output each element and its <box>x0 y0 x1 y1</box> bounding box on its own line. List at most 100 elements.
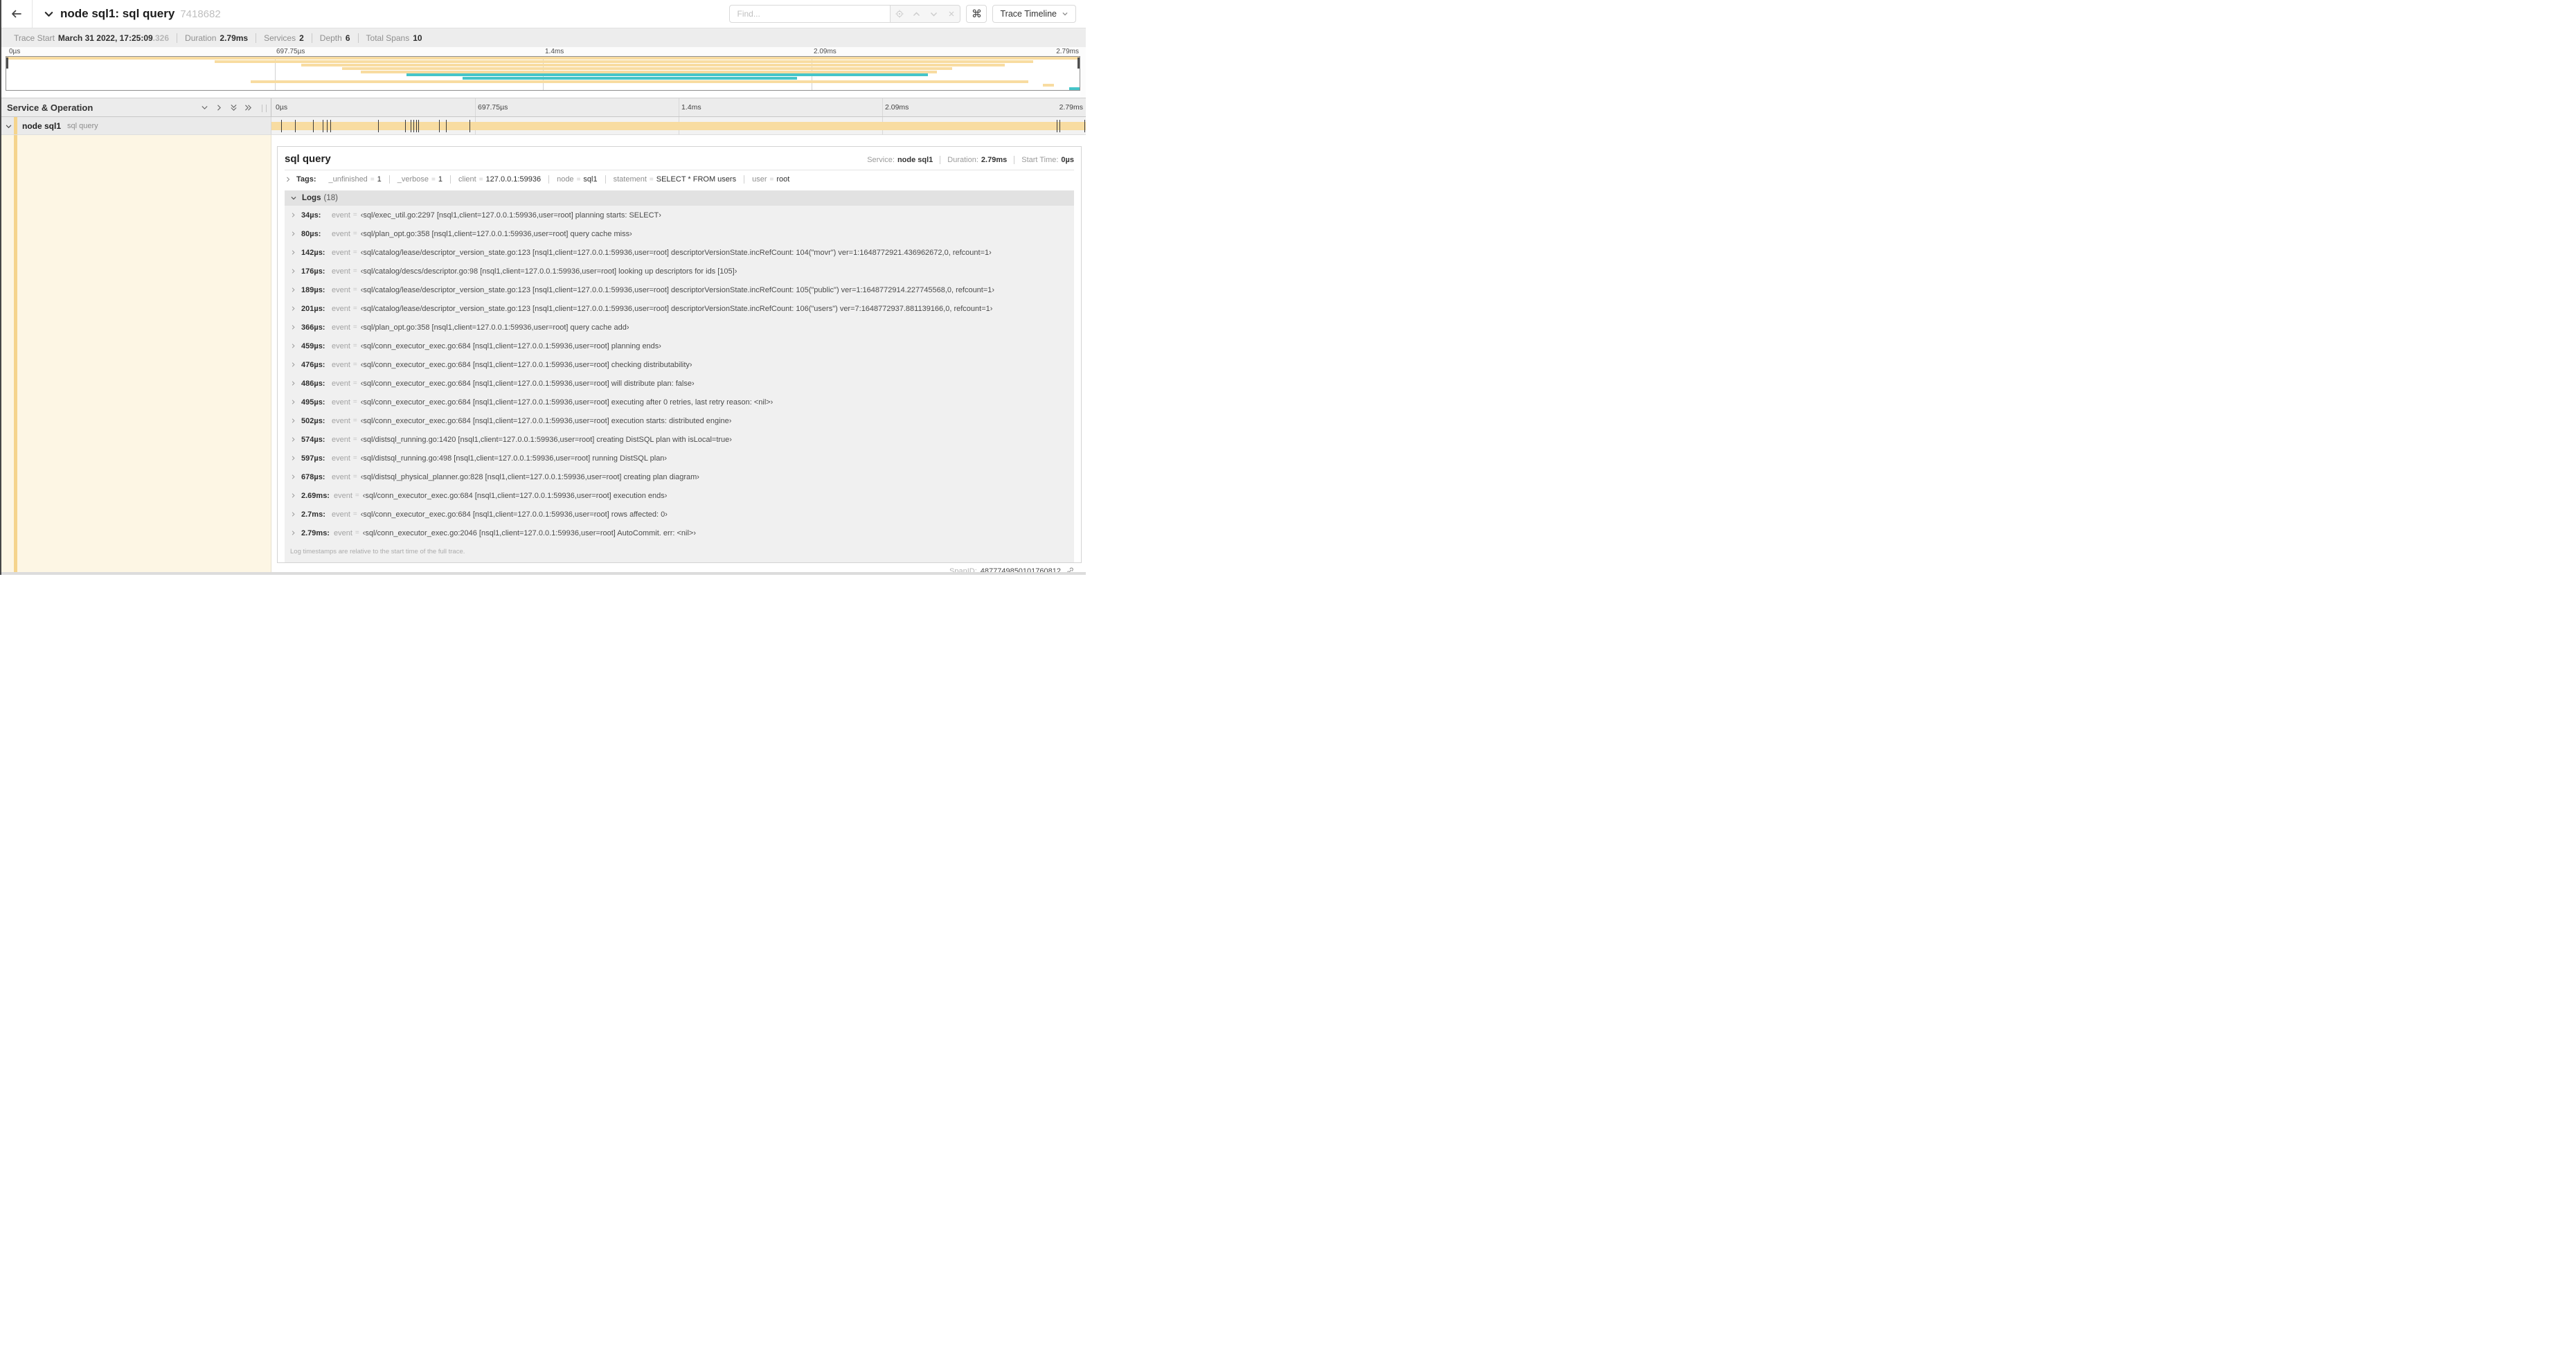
trace-summary-item: Duration 2.79ms <box>177 33 256 43</box>
arrow-left-icon <box>10 8 22 20</box>
tag-item: node = sql1 <box>548 175 605 184</box>
log-entry[interactable]: 502µs: event = ‹sql/conn_executor_exec.g… <box>285 411 1074 430</box>
service-operation-header: Service & Operation <box>0 98 271 116</box>
log-entry[interactable]: 176µs: event = ‹sql/catalog/descs/descri… <box>285 262 1074 280</box>
logs-count: (18) <box>323 194 338 202</box>
minimap-ruler-label: 0µs <box>9 48 21 55</box>
log-entry[interactable]: 34µs: event = ‹sql/exec_util.go:2297 [ns… <box>285 206 1074 224</box>
log-chevron-right-icon <box>290 305 296 312</box>
logs-header[interactable]: Logs (18) <box>285 190 1074 206</box>
collapse-trace-chevron-down-icon[interactable] <box>44 9 54 19</box>
keyboard-shortcuts-button[interactable]: ⌘ <box>966 5 987 23</box>
timeline-header: Service & Operation 0µs 697.75µs 1.4ms 2.09… <box>0 98 1086 117</box>
detail-left-column <box>0 135 271 572</box>
log-entry[interactable]: 80µs: event = ‹sql/plan_opt.go:358 [nsql… <box>285 224 1074 243</box>
detail-panel-header: sql query Service: node sql1 Duration: 2… <box>278 147 1081 170</box>
jaeger-trace-page: node sql1: sql query 7418682 ⌘ Trace Tim… <box>0 0 1086 575</box>
window-edge <box>0 0 1 575</box>
header-divider <box>32 0 33 28</box>
tags-list: _unfinished = 1 _verbose = 1 client = 12… <box>321 175 798 184</box>
timeline-gridline <box>882 98 883 116</box>
timeline-ruler-label: 0µs <box>276 103 288 112</box>
log-entry[interactable]: 574µs: event = ‹sql/distsql_running.go:1… <box>285 430 1074 449</box>
log-chevron-right-icon <box>290 455 296 461</box>
span-meta: Service: node sql1 Duration: 2.79ms Star… <box>860 156 1074 164</box>
log-entry[interactable]: 2.7ms: event = ‹sql/conn_executor_exec.g… <box>285 505 1074 524</box>
span-row-name-cell[interactable]: node sql1 sql query <box>0 117 271 134</box>
clear-find-icon[interactable] <box>942 6 960 22</box>
detail-right-column: sql query Service: node sql1 Duration: 2… <box>271 135 1086 575</box>
tag-item: client = 127.0.0.1:59936 <box>450 175 548 184</box>
log-marker-tick <box>1084 120 1085 132</box>
collapse-one-chevron-down-icon[interactable] <box>200 103 209 112</box>
log-entry[interactable]: 678µs: event = ‹sql/distsql_physical_pla… <box>285 467 1074 486</box>
trace-summary-bar: Trace Start March 31 2022, 17:25:09 .326… <box>0 28 1086 47</box>
log-chevron-right-icon <box>290 436 296 443</box>
tags-row[interactable]: Tags: _unfinished = 1 _verbose = 1 clien… <box>278 170 1081 188</box>
service-color-strip <box>14 117 17 134</box>
minimap-canvas[interactable] <box>6 56 1080 91</box>
log-entry[interactable]: 142µs: event = ‹sql/catalog/lease/descri… <box>285 243 1074 262</box>
minimap-scrubber-left[interactable] <box>6 57 8 69</box>
service-color-strip <box>14 135 17 572</box>
log-marker-tick <box>445 120 447 132</box>
tags-chevron-right-icon <box>285 176 292 183</box>
log-entry[interactable]: 459µs: event = ‹sql/conn_executor_exec.g… <box>285 337 1074 355</box>
log-entry[interactable]: 2.79ms: event = ‹sql/conn_executor_exec.… <box>285 524 1074 542</box>
operation-name: sql query <box>67 121 98 130</box>
log-entry[interactable]: 189µs: event = ‹sql/catalog/lease/descri… <box>285 280 1074 299</box>
log-marker-tick <box>330 120 331 132</box>
timeline-gridline <box>475 98 476 116</box>
logs-footer-note: Log timestamps are relative to the start… <box>285 542 1074 562</box>
log-chevron-right-icon <box>290 492 296 499</box>
span-row-timeline-cell[interactable] <box>271 117 1086 134</box>
logs-label: Logs <box>302 194 321 202</box>
log-marker-tick <box>281 120 283 132</box>
span-collapse-chevron-down-icon[interactable] <box>5 123 12 130</box>
span-duration-bar[interactable] <box>271 122 1086 130</box>
log-marker-tick <box>1059 120 1060 132</box>
trace-title: node sql1: sql query <box>60 7 175 20</box>
minimap-span-bar <box>406 73 929 77</box>
log-marker-tick <box>438 120 440 132</box>
log-chevron-right-icon <box>290 362 296 368</box>
log-chevron-right-icon <box>290 249 296 256</box>
log-marker-tick <box>405 120 406 132</box>
find-input[interactable] <box>729 5 891 23</box>
header-controls: ⌘ Trace Timeline <box>729 5 1076 23</box>
trace-view-label: Trace Timeline <box>1000 9 1057 19</box>
span-meta-item: Service: node sql1 <box>867 156 933 164</box>
trace-view-selector[interactable]: Trace Timeline <box>992 5 1076 23</box>
next-match-chevron-down-icon[interactable] <box>925 6 942 22</box>
log-entry[interactable]: 2.69ms: event = ‹sql/conn_executor_exec.… <box>285 486 1074 505</box>
log-marker-tick <box>415 120 417 132</box>
tree-controls <box>200 103 253 112</box>
log-marker-tick <box>294 120 296 132</box>
minimap-span-bar <box>360 70 937 73</box>
span-operation-title: sql query <box>285 153 331 165</box>
expand-all-double-chevron-right-icon[interactable] <box>244 103 253 112</box>
span-meta-item: Start Time: 0µs <box>1014 156 1074 164</box>
span-meta-item: Duration: 2.79ms <box>940 156 1014 164</box>
logs-chevron-down-icon <box>290 195 297 202</box>
log-rows: 34µs: event = ‹sql/exec_util.go:2297 [ns… <box>285 206 1074 542</box>
column-resizer-handle[interactable] <box>262 105 267 112</box>
span-row: node sql1 sql query <box>0 117 1086 135</box>
prev-match-chevron-up-icon[interactable] <box>908 6 925 22</box>
collapse-all-double-chevron-down-icon[interactable] <box>229 103 238 112</box>
log-entry[interactable]: 476µs: event = ‹sql/conn_executor_exec.g… <box>285 355 1074 374</box>
log-entry[interactable]: 495µs: event = ‹sql/conn_executor_exec.g… <box>285 393 1074 411</box>
minimap-span-bar <box>342 66 952 70</box>
back-button[interactable] <box>0 0 32 28</box>
match-locate-icon[interactable] <box>891 6 908 22</box>
expand-one-chevron-right-icon[interactable] <box>215 103 224 112</box>
bottom-edge-strip <box>0 572 1086 575</box>
log-entry[interactable]: 597µs: event = ‹sql/distsql_running.go:4… <box>285 449 1074 467</box>
trace-summary-item: Trace Start March 31 2022, 17:25:09 .326 <box>14 33 170 43</box>
log-entry[interactable]: 201µs: event = ‹sql/catalog/lease/descri… <box>285 299 1074 318</box>
log-marker-tick <box>418 120 419 132</box>
minimap-span-bar <box>1043 83 1054 87</box>
minimap-scrubber-right[interactable] <box>1077 57 1080 69</box>
log-entry[interactable]: 366µs: event = ‹sql/plan_opt.go:358 [nsq… <box>285 318 1074 337</box>
log-entry[interactable]: 486µs: event = ‹sql/conn_executor_exec.g… <box>285 374 1074 393</box>
